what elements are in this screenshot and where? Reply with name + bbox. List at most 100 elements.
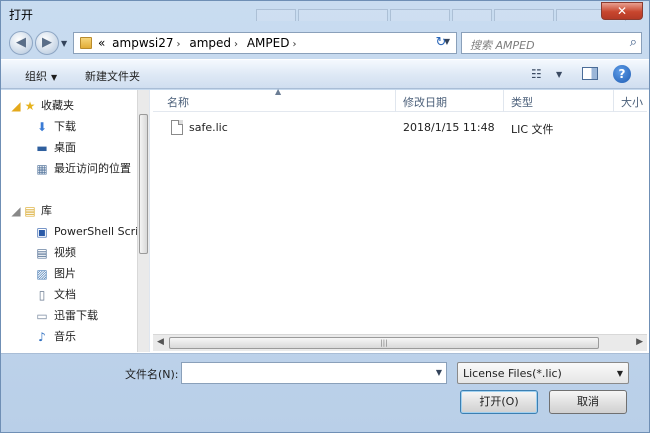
search-icon[interactable]: ⌕ bbox=[630, 35, 637, 50]
file-row[interactable]: safe.lic 2018/1/15 11:48 LIC 文件 bbox=[167, 118, 637, 138]
caret-down-icon: ▼ bbox=[616, 369, 623, 378]
nav-item-music[interactable]: ♪ 音乐 bbox=[1, 327, 135, 347]
filename-input[interactable]: ▼ bbox=[181, 362, 447, 384]
nav-favorites[interactable]: ◢ ★ 收藏夹 bbox=[1, 96, 135, 116]
nav-item-downloads[interactable]: ⬇ 下载 bbox=[1, 117, 135, 137]
nav-item-powershell[interactable]: ▣ PowerShell Scri bbox=[1, 222, 137, 242]
search-box[interactable]: 搜索 AMPED ⌕ bbox=[461, 32, 642, 54]
cancel-button[interactable]: 取消 bbox=[549, 390, 627, 414]
nav-libraries[interactable]: ◢ ▤ 库 bbox=[1, 201, 135, 221]
column-header: ▲ 名称 修改日期 类型 大小 bbox=[153, 87, 647, 112]
view-options-icon[interactable]: ☷ bbox=[531, 67, 542, 81]
download-folder-icon: ⬇ bbox=[36, 120, 48, 134]
breadcrumb-item[interactable]: amped bbox=[189, 36, 231, 50]
column-divider[interactable] bbox=[613, 90, 614, 112]
scrollbar-thumb[interactable]: ||| bbox=[169, 337, 599, 349]
nav-item-label: 文档 bbox=[54, 288, 76, 301]
scroll-right-arrow[interactable]: ▶ bbox=[636, 337, 643, 347]
view-dropdown[interactable]: ▼ bbox=[556, 70, 562, 79]
filename-dropdown[interactable]: ▼ bbox=[436, 368, 442, 377]
folder-icon: ▭ bbox=[36, 309, 48, 323]
browser-area: ◢ ★ 收藏夹 ⬇ 下载 ▬ 桌面 ▦ 最近访问的位置 ◢ ▤ 库 ▣ Powe… bbox=[1, 87, 649, 354]
music-icon: ♪ bbox=[38, 330, 46, 344]
file-list: ▲ 名称 修改日期 类型 大小 safe.lic 2018/1/15 11:48… bbox=[153, 87, 647, 352]
nav-item-recent-places[interactable]: ▦ 最近访问的位置 bbox=[1, 159, 135, 179]
nav-item-label: PowerShell Scri bbox=[54, 225, 137, 238]
open-file-dialog: 打开 ✕ ◀ ▶ ▼ « ampwsi27 › amped › AMPED › ▼ ↻… bbox=[0, 0, 650, 433]
desktop-icon: ▬ bbox=[36, 141, 48, 155]
document-icon: ▯ bbox=[38, 288, 46, 302]
breadcrumb-item[interactable]: ampwsi27 bbox=[112, 36, 173, 50]
back-button[interactable]: ◀ bbox=[9, 31, 33, 55]
preview-pane-icon[interactable] bbox=[582, 67, 598, 80]
column-divider[interactable] bbox=[503, 90, 504, 112]
file-modified: 2018/1/15 11:48 bbox=[403, 121, 495, 134]
expand-arrow-icon[interactable]: ◢ bbox=[9, 99, 23, 113]
video-icon: ▤ bbox=[36, 246, 48, 260]
refresh-icon[interactable]: ↻ bbox=[431, 36, 451, 50]
address-bar[interactable]: « ampwsi27 › amped › AMPED › ▼ bbox=[73, 32, 457, 54]
expand-arrow-icon[interactable]: ◢ bbox=[9, 204, 23, 218]
column-name[interactable]: 名称 bbox=[167, 94, 189, 110]
column-type[interactable]: 类型 bbox=[511, 94, 533, 110]
filetype-select[interactable]: License Files(*.lic) ▼ bbox=[457, 362, 629, 384]
nav-item-label: 桌面 bbox=[54, 141, 76, 154]
title-bar[interactable]: 打开 ✕ bbox=[1, 1, 649, 25]
chevron-right-icon[interactable]: › bbox=[292, 39, 296, 50]
caret-down-icon: ▼ bbox=[51, 73, 58, 82]
nav-item-pictures[interactable]: ▨ 图片 bbox=[1, 264, 135, 284]
recent-locations-dropdown[interactable]: ▼ bbox=[61, 39, 67, 48]
nav-item-label: 图片 bbox=[54, 267, 76, 280]
nav-item-thunder-downloads[interactable]: ▭ 迅雷下载 bbox=[1, 306, 135, 326]
search-input[interactable]: 搜索 AMPED bbox=[470, 37, 535, 53]
navigation-row: ◀ ▶ ▼ « ampwsi27 › amped › AMPED › ▼ ↻ 搜索 A… bbox=[1, 28, 649, 56]
nav-item-label: 迅雷下载 bbox=[54, 309, 98, 322]
star-icon: ★ bbox=[24, 99, 36, 113]
breadcrumb: « ampwsi27 › amped › AMPED › bbox=[98, 36, 301, 50]
file-name: safe.lic bbox=[189, 121, 228, 134]
nav-item-label: 下载 bbox=[54, 120, 76, 133]
chevron-right-icon[interactable]: › bbox=[234, 39, 238, 50]
dialog-title: 打开 bbox=[9, 8, 34, 22]
chevron-right-icon[interactable]: › bbox=[177, 39, 181, 50]
file-type: LIC 文件 bbox=[511, 123, 554, 136]
breadcrumb-overflow[interactable]: « bbox=[98, 36, 105, 50]
new-folder-button[interactable]: 新建文件夹 bbox=[85, 68, 140, 84]
nav-favorites-label: 收藏夹 bbox=[41, 99, 74, 112]
command-toolbar: 组织 ▼ 新建文件夹 ☷ ▼ ? bbox=[1, 59, 649, 89]
column-size[interactable]: 大小 bbox=[621, 94, 643, 110]
navigation-pane: ◢ ★ 收藏夹 ⬇ 下载 ▬ 桌面 ▦ 最近访问的位置 ◢ ▤ 库 ▣ Powe… bbox=[1, 90, 137, 352]
filename-label: 文件名(N): bbox=[125, 368, 179, 381]
nav-item-label: 最近访问的位置 bbox=[54, 162, 131, 175]
scrollbar-thumb[interactable] bbox=[139, 114, 148, 254]
organize-label: 组织 bbox=[25, 70, 47, 83]
column-modified[interactable]: 修改日期 bbox=[403, 94, 447, 110]
scroll-left-arrow[interactable]: ◀ bbox=[157, 337, 164, 347]
nav-item-label: 视频 bbox=[54, 246, 76, 259]
powershell-icon: ▣ bbox=[36, 225, 48, 239]
picture-icon: ▨ bbox=[36, 267, 48, 281]
nav-item-videos[interactable]: ▤ 视频 bbox=[1, 243, 135, 263]
recent-places-icon: ▦ bbox=[36, 162, 48, 176]
open-button[interactable]: 打开(O) bbox=[460, 390, 538, 414]
background-window-tabs bbox=[256, 9, 636, 23]
library-icon: ▤ bbox=[24, 204, 36, 218]
file-icon bbox=[171, 120, 183, 135]
help-icon[interactable]: ? bbox=[613, 65, 631, 83]
arrow-left-icon: ◀ bbox=[16, 35, 26, 50]
column-divider[interactable] bbox=[395, 90, 396, 112]
close-button[interactable]: ✕ bbox=[601, 2, 643, 20]
forward-button[interactable]: ▶ bbox=[35, 31, 59, 55]
horizontal-scrollbar[interactable]: ◀ ||| ▶ bbox=[153, 334, 647, 351]
breadcrumb-item[interactable]: AMPED bbox=[247, 36, 290, 50]
sort-arrow-icon: ▲ bbox=[275, 87, 282, 96]
organize-menu[interactable]: 组织 ▼ bbox=[25, 68, 57, 84]
nav-scrollbar[interactable] bbox=[137, 90, 149, 352]
nav-item-desktop[interactable]: ▬ 桌面 bbox=[1, 138, 135, 158]
filetype-value: License Files(*.lic) bbox=[463, 367, 562, 380]
nav-item-label: 音乐 bbox=[54, 330, 76, 343]
dialog-footer: 文件名(N): ▼ License Files(*.lic) ▼ 打开(O) 取… bbox=[1, 356, 649, 432]
nav-item-documents[interactable]: ▯ 文档 bbox=[1, 285, 135, 305]
arrow-right-icon: ▶ bbox=[42, 35, 52, 50]
folder-icon bbox=[80, 37, 92, 49]
